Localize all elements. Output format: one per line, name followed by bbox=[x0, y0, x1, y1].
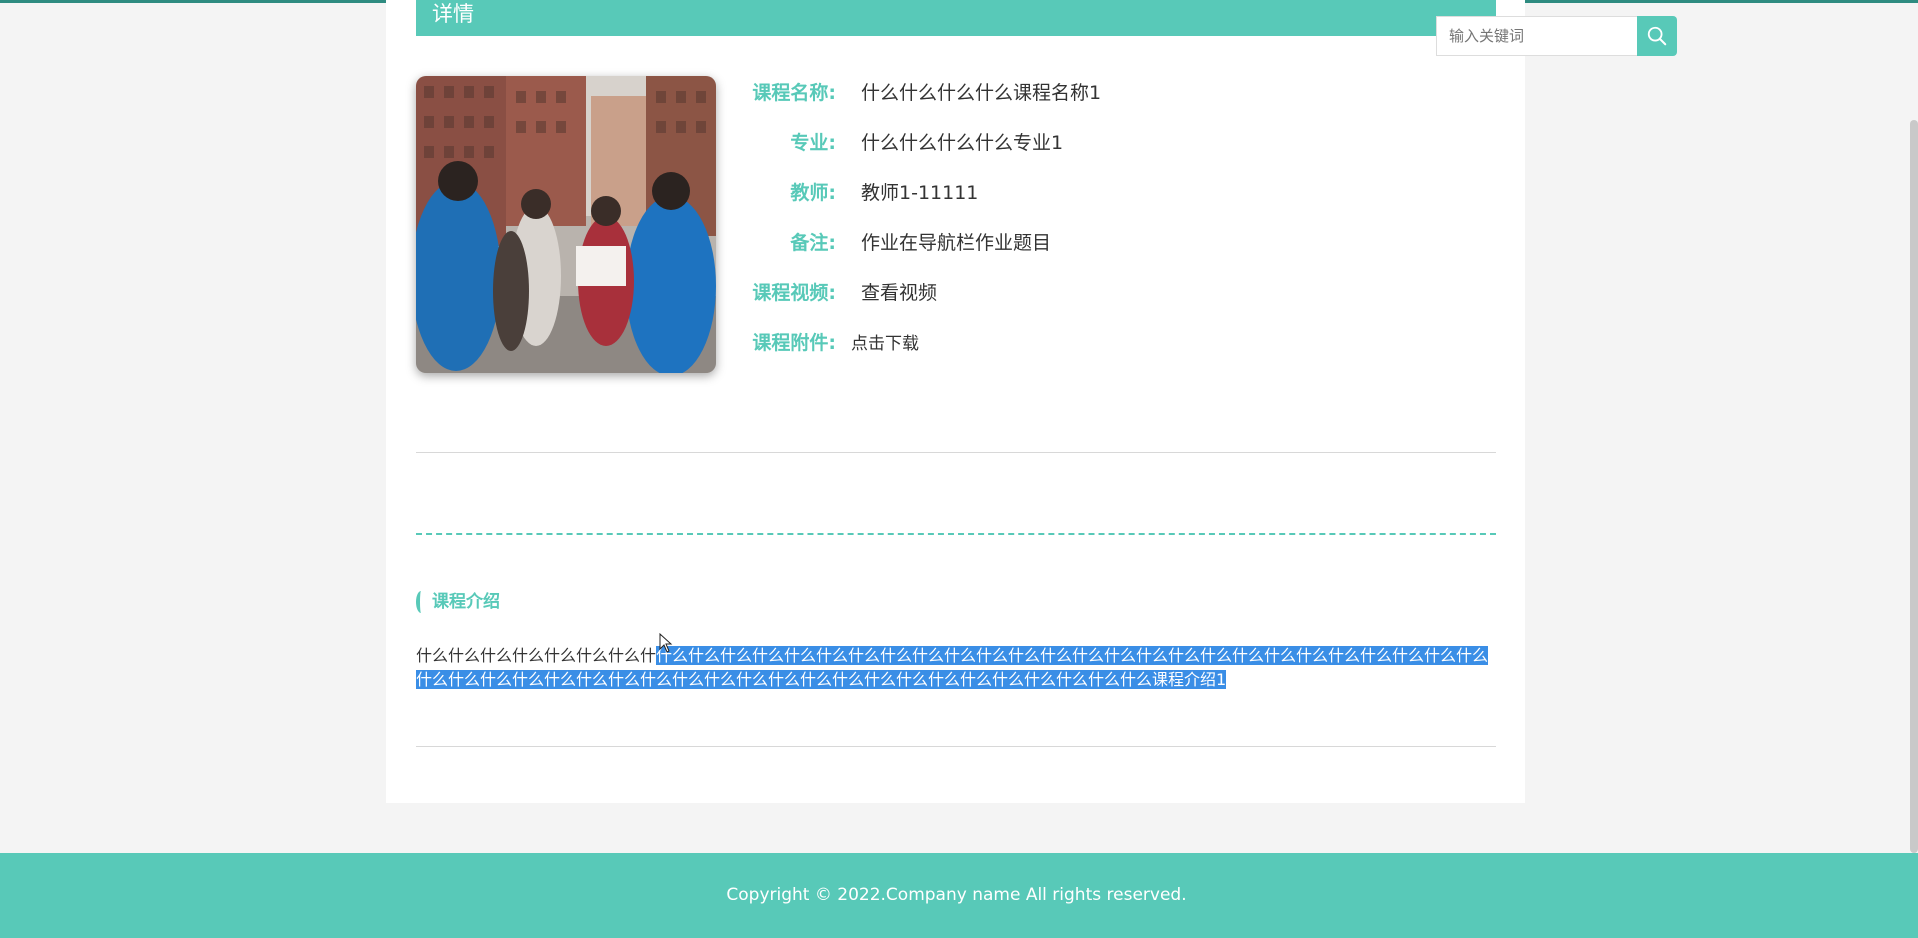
major-value: 什么什么什么什么专业1 bbox=[861, 132, 1064, 154]
detail-header-title: 详情 bbox=[432, 2, 474, 26]
footer: Copyright © 2022.Company name All rights… bbox=[0, 853, 1918, 938]
course-name-value: 什么什么什么什么课程名称1 bbox=[861, 82, 1102, 104]
remark-value: 作业在导航栏作业题目 bbox=[861, 232, 1052, 254]
page-scrollbar[interactable] bbox=[1910, 120, 1918, 853]
remark-label: 备注: bbox=[790, 232, 836, 254]
download-attachment-link[interactable]: 点击下载 bbox=[851, 331, 919, 357]
section-marker-icon bbox=[416, 591, 426, 613]
footer-copyright: Copyright © 2022.Company name All rights… bbox=[726, 885, 1187, 905]
course-attachment-label: 课程附件: bbox=[752, 332, 836, 354]
dashed-divider bbox=[416, 533, 1496, 535]
top-divider bbox=[416, 452, 1496, 453]
search-icon bbox=[1647, 26, 1667, 46]
course-video-label: 课程视频: bbox=[752, 282, 836, 304]
search-input[interactable] bbox=[1436, 16, 1638, 56]
course-intro-text: 什么什么什么什么什么什么什么什什么什么什么什么什么什么什么什么什么什么什么什么什… bbox=[416, 644, 1496, 692]
course-name-label: 课程名称: bbox=[752, 82, 836, 104]
mouse-cursor-icon bbox=[659, 633, 673, 653]
view-video-link[interactable]: 查看视频 bbox=[861, 280, 937, 306]
teacher-label: 教师: bbox=[790, 182, 836, 204]
intro-text-plain: 什么什么什么什么什么什么什么什 bbox=[416, 646, 657, 665]
detail-header-bar bbox=[416, 0, 1496, 36]
course-cover-image bbox=[416, 76, 716, 373]
teacher-value: 教师1-11111 bbox=[861, 182, 979, 204]
bottom-divider bbox=[416, 746, 1496, 747]
search-button[interactable] bbox=[1637, 16, 1677, 56]
major-label: 专业: bbox=[790, 132, 836, 154]
course-intro-heading: 课程介绍 bbox=[432, 592, 500, 612]
